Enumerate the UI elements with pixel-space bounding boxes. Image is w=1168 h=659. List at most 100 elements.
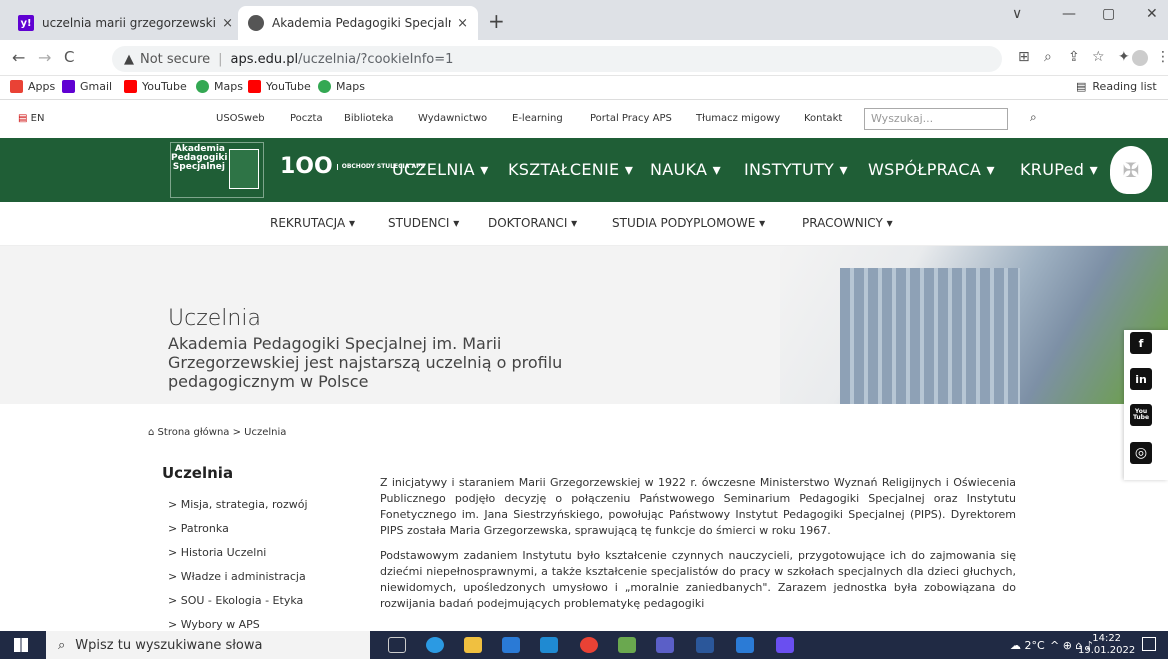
subnav-pracownicy[interactable]: PRACOWNICY ▾ <box>802 216 893 230</box>
close-tab-icon[interactable]: × <box>457 16 468 31</box>
bookmark-youtube[interactable]: YouTube <box>124 80 187 93</box>
nav-kruped[interactable]: KRUPed ▾ <box>1020 160 1098 179</box>
bookmark-label: Maps <box>214 80 243 93</box>
warning-icon: ▲ <box>124 51 134 67</box>
nav-ksztalcenie[interactable]: KSZTAŁCENIE ▾ <box>508 160 633 179</box>
photos-icon[interactable] <box>736 637 754 653</box>
bookmark-youtube[interactable]: YouTube <box>248 80 311 93</box>
bookmark-label: Maps <box>336 80 365 93</box>
subnav-studenci[interactable]: STUDENCI ▾ <box>388 216 459 230</box>
reading-list-label: Reading list <box>1092 80 1157 93</box>
breadcrumb: ⌂ Strona główna > Uczelnia <box>148 427 286 438</box>
windows-start-icon[interactable] <box>14 638 28 652</box>
bookmark-label: Apps <box>28 80 56 93</box>
sidebar-item-patronka[interactable]: > Patronka <box>168 522 229 535</box>
bookmark-gmail[interactable]: Gmail <box>62 80 112 93</box>
store-icon[interactable] <box>502 637 520 653</box>
search-icon[interactable]: ⌕ <box>1030 110 1037 125</box>
breadcrumb-text[interactable]: Strona główna > Uczelnia <box>158 427 287 438</box>
tab-aps[interactable]: Akademia Pedagogiki Specjalnej × <box>238 6 478 40</box>
weather-widget[interactable]: ☁ 2°C <box>1010 639 1045 652</box>
logo-line: Specjalnej <box>172 162 225 172</box>
sidebar-title: Uczelnia <box>162 464 234 482</box>
close-tab-icon[interactable]: × <box>222 16 233 31</box>
link-biblioteka[interactable]: Biblioteka <box>344 113 393 124</box>
mail-icon[interactable] <box>540 637 558 653</box>
sidebar-item-sou[interactable]: > SOU - Ekologia - Etyka <box>168 594 303 607</box>
tab-search-icon[interactable]: ∨ <box>1012 6 1022 22</box>
back-icon[interactable]: ← <box>12 48 25 67</box>
link-poczta[interactable]: Poczta <box>290 113 323 124</box>
menu-icon[interactable]: ⋮ <box>1156 49 1168 65</box>
link-usosweb[interactable]: USOSweb <box>216 113 265 124</box>
close-window-icon[interactable]: ✕ <box>1146 6 1158 22</box>
share-icon[interactable]: ⇪ <box>1068 49 1080 65</box>
link-wydawnictwo[interactable]: Wydawnictwo <box>418 113 487 124</box>
url-bar[interactable]: ▲ Not secure | aps.edu.pl /uczelnia/?coo… <box>112 46 1002 72</box>
subnav-studia-podyplomowe[interactable]: STUDIA PODYPLOMOWE ▾ <box>612 216 765 230</box>
task-view-icon[interactable] <box>388 637 406 653</box>
tab-yahoo-search[interactable]: y! uczelnia marii grzegorzewskiej - × <box>8 6 243 40</box>
sidebar-item-wybory[interactable]: > Wybory w APS <box>168 618 260 631</box>
sidebar-item-historia[interactable]: > Historia Uczelni <box>168 546 266 559</box>
cloud-icon: ☁ <box>1010 639 1021 652</box>
new-tab-button[interactable]: + <box>488 11 505 31</box>
bookmark-apps[interactable]: Apps <box>10 80 55 93</box>
security-label[interactable]: Not secure <box>140 52 210 67</box>
subnav-doktoranci[interactable]: DOKTORANCI ▾ <box>488 216 577 230</box>
paint-icon[interactable] <box>618 637 636 653</box>
chrome-icon[interactable] <box>580 637 598 653</box>
taskbar-search-placeholder: Wpisz tu wyszukiwane słowa <box>75 637 263 653</box>
link-portal-pracy[interactable]: Portal Pracy APS <box>590 113 672 124</box>
teams-icon[interactable] <box>656 637 674 653</box>
bookmark-label: YouTube <box>266 80 311 93</box>
forward-icon[interactable]: → <box>38 48 51 67</box>
bookmark-label: YouTube <box>142 80 187 93</box>
youtube-icon[interactable]: You Tube <box>1130 404 1152 426</box>
instagram-icon[interactable]: ◎ <box>1130 442 1152 464</box>
word-icon[interactable] <box>696 637 714 653</box>
link-e-learning[interactable]: E-learning <box>512 113 563 124</box>
subnav-rekrutacja[interactable]: REKRUTACJA ▾ <box>270 216 355 230</box>
weather-temp: 2°C <box>1024 639 1045 652</box>
aps-logo[interactable]: Akademia Pedagogiki Specjalnej <box>170 142 264 198</box>
reading-list[interactable]: ▤ Reading list <box>1076 80 1157 93</box>
nav-instytuty[interactable]: INSTYTUTY ▾ <box>744 160 848 179</box>
home-icon[interactable]: ⌂ <box>148 427 154 438</box>
reload-icon[interactable]: C <box>64 48 74 66</box>
yahoo-icon <box>62 80 75 93</box>
profile-avatar[interactable] <box>1132 50 1148 66</box>
bookmark-maps[interactable]: Maps <box>196 80 243 93</box>
minimize-icon[interactable]: — <box>1062 6 1076 22</box>
article-paragraph: Podstawowym zadaniem Instytutu było kszt… <box>380 549 1016 610</box>
app-icon[interactable] <box>776 637 794 653</box>
site-search-input[interactable]: Wyszukaj... <box>864 108 1008 130</box>
nav-uczelnia[interactable]: UCZELNIA ▾ <box>392 160 489 179</box>
bookmark-star-icon[interactable]: ☆ <box>1092 49 1105 65</box>
article-paragraph: Z inicjatywy i staraniem Marii Grzegorze… <box>380 476 1016 537</box>
bookmark-maps[interactable]: Maps <box>318 80 365 93</box>
edge-icon[interactable] <box>426 637 444 653</box>
notifications-icon[interactable] <box>1142 637 1156 651</box>
globe-icon <box>248 15 264 31</box>
youtube-icon <box>124 80 137 93</box>
facebook-icon[interactable]: f <box>1130 332 1152 354</box>
sidebar-item-wladze[interactable]: > Władze i administracja <box>168 570 306 583</box>
link-tlumacz-migowy[interactable]: Tłumacz migowy <box>696 113 780 124</box>
maps-pin-icon <box>196 80 209 93</box>
file-explorer-icon[interactable] <box>464 637 482 653</box>
zoom-icon[interactable]: ⌕ <box>1044 49 1052 65</box>
linkedin-icon[interactable]: in <box>1130 368 1152 390</box>
extensions-icon[interactable]: ✦ <box>1118 49 1130 65</box>
language-switch[interactable]: ▤ EN <box>18 113 44 124</box>
taskbar-search[interactable]: ⌕ Wpisz tu wyszukiwane słowa <box>46 631 370 659</box>
maximize-icon[interactable]: ▢ <box>1102 6 1115 22</box>
sidebar-item-misja[interactable]: > Misja, strategia, rozwój <box>168 498 308 511</box>
divider: | <box>218 51 223 67</box>
nav-nauka[interactable]: NAUKA ▾ <box>650 160 721 179</box>
translate-icon[interactable]: ⊞ <box>1018 49 1030 65</box>
link-kontakt[interactable]: Kontakt <box>804 113 842 124</box>
clock[interactable]: 14:22 19.01.2022 <box>1078 633 1135 657</box>
nav-wspolpraca[interactable]: WSPÓŁPRACA ▾ <box>868 160 995 179</box>
yahoo-icon: y! <box>18 15 34 31</box>
